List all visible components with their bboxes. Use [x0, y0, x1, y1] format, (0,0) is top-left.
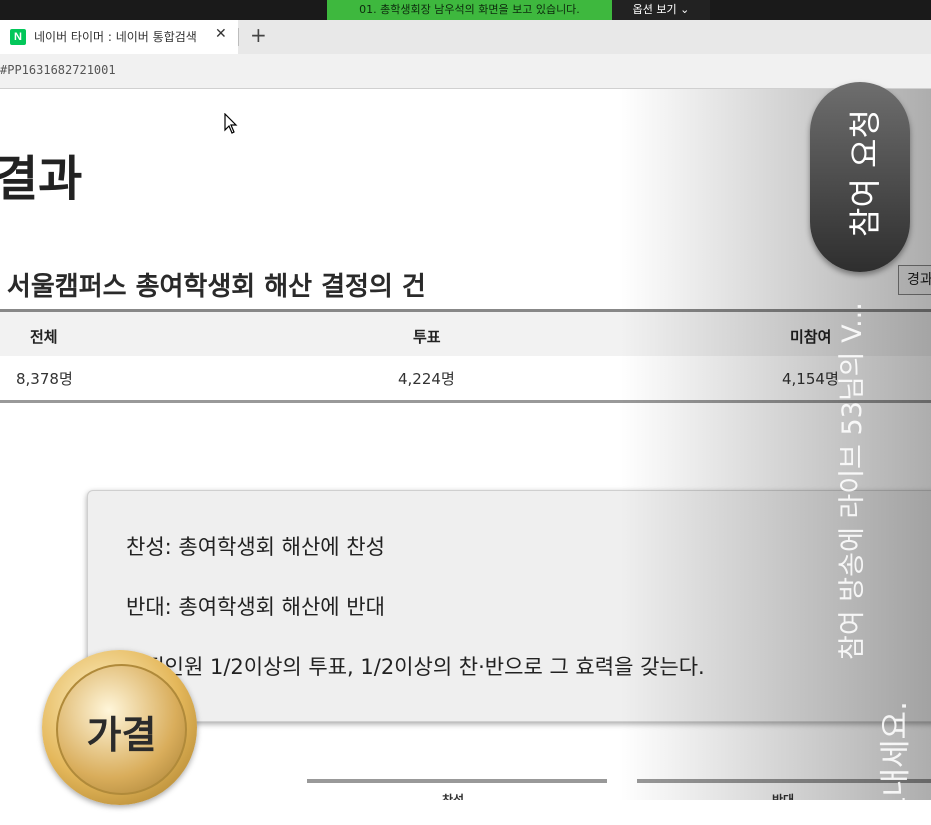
- new-tab-button[interactable]: +: [250, 23, 267, 47]
- join-request-label: 참여 요청: [846, 109, 884, 237]
- vote-subtitle: . 서울캠퍼스 총여학생회 해산 결정의 건: [0, 272, 426, 302]
- progress-button[interactable]: 경과: [898, 265, 931, 295]
- live-chat-text: 참여 방송에 라이브 53님의 V...: [837, 302, 868, 660]
- view-options-button[interactable]: 옵션 보기 ⌄: [612, 0, 710, 20]
- browser-tab[interactable]: N 네이버 타이머 : 네이버 통합검색 ✕: [0, 20, 238, 54]
- live-chat-text-2: 보내세요.: [878, 701, 914, 825]
- screen-share-banner: 01. 총학생회장 남우석의 화면을 보고 있습니다.: [327, 0, 612, 20]
- table-header-row: 전체 투표 미참여: [0, 312, 931, 356]
- page-title: 결과: [0, 151, 83, 207]
- header-voted: 투표: [413, 328, 441, 346]
- header-absent: 미참여: [790, 328, 832, 346]
- table-bottom-border: [0, 400, 931, 403]
- browser-tabstrip: N 네이버 타이머 : 네이버 통합검색 ✕ +: [0, 20, 931, 54]
- vote-info-box: 찬성: 총여학생회 해산에 찬성 반대: 총여학생회 해산에 반대 재적인원 1…: [87, 490, 931, 722]
- tab-title: 네이버 타이머 : 네이버 통합검색: [34, 30, 197, 44]
- close-icon[interactable]: ✕: [215, 26, 227, 42]
- tab-approve[interactable]: 찬성: [307, 779, 607, 800]
- info-line-rule: 재적인원 1/2이상의 투표, 1/2이상의 찬·반으로 그 효력을 갖는다.: [126, 655, 705, 679]
- value-voted: 4,224명: [398, 370, 455, 388]
- header-total: 전체: [30, 328, 58, 346]
- address-bar[interactable]: #PP1631682721001: [0, 54, 931, 89]
- info-line-oppose: 반대: 총여학생회 해산에 반대: [126, 595, 385, 619]
- join-request-button[interactable]: 참여 요청: [810, 82, 910, 272]
- tab-oppose-label: 반대: [772, 793, 795, 800]
- info-line-approve: 찬성: 총여학생회 해산에 찬성: [126, 535, 385, 559]
- tab-separator: [238, 28, 239, 46]
- passed-medal: 가결: [42, 650, 197, 805]
- medal-inner: 가결: [56, 664, 187, 795]
- naver-favicon-icon: N: [10, 29, 26, 45]
- value-total: 8,378명: [16, 370, 73, 388]
- url-text: #PP1631682721001: [0, 63, 116, 77]
- medal-label: 가결: [86, 713, 157, 757]
- tab-approve-label: 찬성: [442, 793, 465, 800]
- meeting-top-bar: 01. 총학생회장 남우석의 화면을 보고 있습니다. 옵션 보기 ⌄: [0, 0, 931, 20]
- table-row: 8,378명 4,224명 4,154명: [0, 356, 931, 400]
